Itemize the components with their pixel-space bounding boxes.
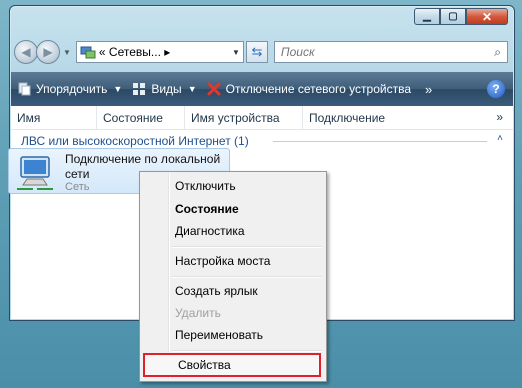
column-header-name[interactable]: Имя [11,106,97,129]
minimize-button[interactable]: ▁ [414,8,440,25]
context-menu: Отключить Состояние Диагностика Настройк… [139,171,327,382]
organize-label: Упорядочить [36,82,108,96]
recent-pages-dropdown[interactable]: ▼ [63,48,71,57]
menu-item-properties[interactable]: Свойства [143,353,321,377]
organize-button[interactable]: Упорядочить ▼ [17,82,122,96]
navigation-bar: ◀ ▶ ▼ « Сетевы... ▸ ▼ ⇆ ⌕ [14,38,508,66]
forward-arrow-icon: ▶ [43,45,53,59]
back-button[interactable]: ◀ [14,40,38,64]
red-x-icon [207,82,221,96]
views-label: Виды [151,82,182,96]
caption-buttons: ▁ ▢ ✕ [414,8,508,25]
search-input[interactable] [280,45,495,59]
menu-item-diagnose[interactable]: Диагностика [142,220,324,242]
minimize-icon: ▁ [423,11,431,22]
connection-status: Сеть [65,181,90,193]
refresh-button[interactable]: ⇆ [245,41,268,63]
search-icon[interactable]: ⌕ [494,45,501,60]
menu-item-create-shortcut[interactable]: Создать ярлык [142,280,324,302]
menu-item-bridge[interactable]: Настройка моста [142,250,324,272]
disconnect-device-label: Отключение сетевого устройства [225,82,411,96]
maximize-icon: ▢ [448,11,458,22]
address-text: « Сетевы... ▸ [98,45,171,59]
group-divider [273,141,487,142]
back-arrow-icon: ◀ [21,45,31,59]
columns-more-button[interactable]: » [496,110,503,124]
views-icon [133,83,146,95]
help-icon[interactable]: ? [487,80,505,98]
column-header-connection[interactable]: Подключение [303,106,403,129]
group-collapse-icon[interactable]: ˄ [497,133,503,144]
forward-button[interactable]: ▶ [36,40,60,64]
address-dropdown-icon[interactable]: ▼ [232,48,240,57]
views-dropdown-icon: ▼ [187,84,197,94]
network-folder-icon [80,46,96,59]
organize-dropdown-icon: ▼ [113,84,123,94]
toolbar-more-button[interactable]: » [425,82,432,97]
organize-icon [18,82,31,96]
group-title: ЛВС или высокоскоростной Интернет (1) [21,134,249,148]
search-box[interactable]: ⌕ [273,41,508,63]
menu-separator [172,246,322,248]
column-headers: Имя Состояние Имя устройства Подключение… [11,106,513,130]
menu-separator [172,350,322,352]
menu-item-rename[interactable]: Переименовать [142,324,324,346]
menu-item-disable[interactable]: Отключить [142,175,324,197]
menu-separator [172,276,322,278]
maximize-button[interactable]: ▢ [440,8,466,25]
disconnect-device-button[interactable]: Отключение сетевого устройства [207,82,411,96]
refresh-icon: ⇆ [251,44,263,59]
network-connection-icon [17,156,53,190]
close-icon: ✕ [481,9,493,24]
menu-item-status[interactable]: Состояние [142,198,324,220]
close-button[interactable]: ✕ [466,8,508,25]
column-header-device-name[interactable]: Имя устройства [185,106,303,129]
column-header-status[interactable]: Состояние [97,106,185,129]
menu-item-delete: Удалить [175,306,221,320]
views-button[interactable]: Виды ▼ [132,82,197,96]
address-bar[interactable]: « Сетевы... ▸ ▼ [75,41,244,63]
command-toolbar: Упорядочить ▼ Виды ▼ Отключение сетевого… [11,72,513,106]
